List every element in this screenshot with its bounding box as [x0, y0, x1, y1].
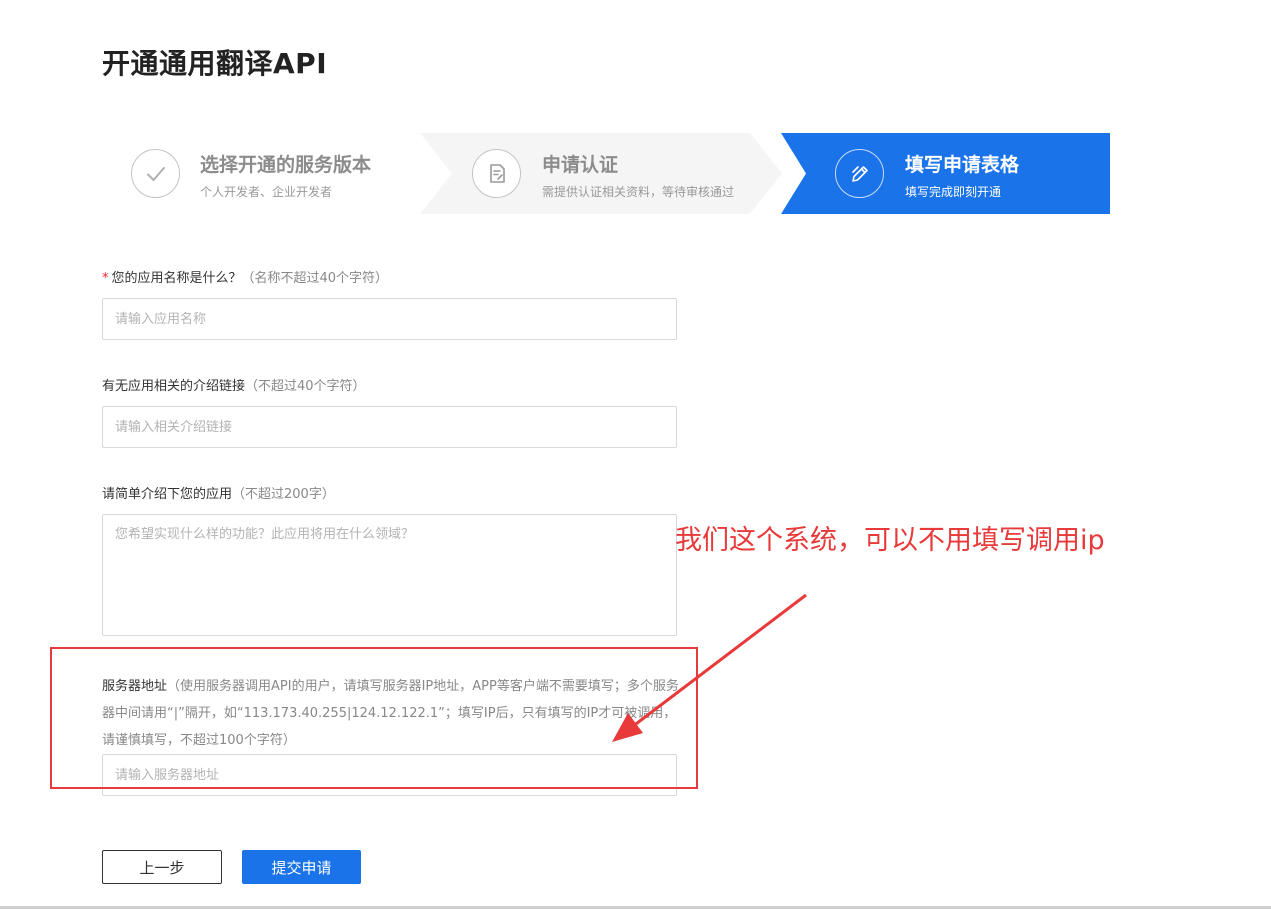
label-hint: （不超过40个字符） [245, 379, 366, 394]
app-desc-textarea[interactable] [102, 514, 677, 636]
annotation-text: 我们这个系统，可以不用填写调用ip [675, 525, 1105, 556]
server-address-input[interactable] [102, 754, 677, 796]
step-desc: 个人开发者、企业开发者 [200, 185, 333, 199]
step-title: 选择开通的服务版本 [200, 154, 372, 176]
submit-button[interactable]: 提交申请 [242, 850, 361, 884]
app-name-label: * 您的应用名称是什么？（名称不超过40个字符） [102, 267, 388, 286]
step-title: 申请认证 [542, 154, 619, 176]
step-desc: 需提供认证相关资料，等待审核通过 [542, 185, 735, 199]
server-address-label: 服务器地址（使用服务器调用API的用户，请填写服务器IP地址，APP等客户端不需… [102, 673, 682, 754]
page-title: 开通通用翻译API [102, 47, 328, 80]
step-desc: 填写完成即刻开通 [905, 185, 1002, 199]
label-text: 您的应用名称是什么？ [111, 271, 242, 286]
label-hint: （不超过200字） [232, 487, 335, 502]
step-fill-form: 填写申请表格 填写完成即刻开通 [781, 133, 1110, 214]
label-text: 请简单介绍下您的应用 [102, 487, 233, 502]
step-select-version: 选择开通的服务版本 个人开发者、企业开发者 [102, 133, 452, 214]
label-hint: （名称不超过40个字符） [241, 271, 389, 286]
label-text: 服务器地址 [102, 679, 168, 694]
pencil-icon [835, 149, 884, 198]
page: 开通通用翻译API 选择开通的服务版本 个人开发者、企业开发者 申请认证 需提供… [0, 0, 1271, 909]
check-icon [131, 149, 180, 198]
label-hint: （使用服务器调用API的用户，请填写服务器IP地址，APP等客户端不需要填写；多… [102, 679, 679, 748]
step-verification: 申请认证 需提供认证相关资料，等待审核通过 [420, 133, 782, 214]
intro-link-label: 有无应用相关的介绍链接（不超过40个字符） [102, 375, 366, 394]
label-text: 有无应用相关的介绍链接 [102, 379, 246, 394]
intro-link-input[interactable] [102, 406, 677, 448]
app-desc-label: 请简单介绍下您的应用（不超过200字） [102, 483, 335, 502]
back-button[interactable]: 上一步 [102, 850, 222, 884]
progress-steps: 选择开通的服务版本 个人开发者、企业开发者 申请认证 需提供认证相关资料，等待审… [102, 133, 1110, 214]
app-name-input[interactable] [102, 298, 677, 340]
step-title: 填写申请表格 [905, 154, 1020, 176]
required-mark: * [102, 271, 109, 286]
document-edit-icon [472, 149, 521, 198]
